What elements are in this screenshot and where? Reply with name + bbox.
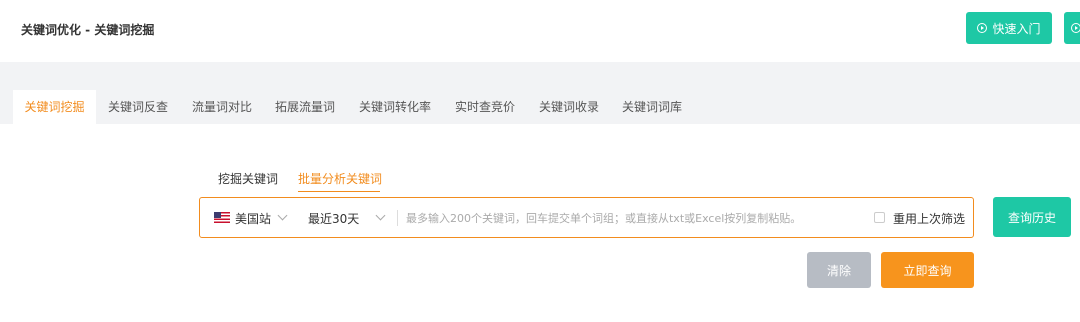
tab-conversion-rate[interactable]: 关键词转化率: [350, 90, 440, 124]
tab-keyword-reverse[interactable]: 关键词反查: [98, 90, 178, 124]
quick-entry-label: 快速入门: [992, 21, 1041, 36]
subtab-batch-analyze[interactable]: 批量分析关键词: [298, 170, 382, 187]
subtab-mine-keywords[interactable]: 挖掘关键词: [218, 170, 278, 187]
reuse-filter-checkbox[interactable]: [874, 212, 885, 223]
chevron-down-icon[interactable]: [277, 210, 288, 221]
main-panel: 挖掘关键词 批量分析关键词 美国站 最近30天 重用上次筛选 查询历史 清除 立…: [0, 124, 1080, 322]
tool-tabs: 关键词挖掘 关键词反查 流量词对比 拓展流量词 关键词转化率 实时查竞价 关键词…: [0, 90, 1080, 124]
tab-realtime-bid[interactable]: 实时查竞价: [445, 90, 525, 124]
subtab-active-indicator: [298, 191, 380, 192]
tab-keyword-indexing[interactable]: 关键词收录: [529, 90, 609, 124]
play-circle-icon: [977, 23, 988, 33]
keyword-search-box: 美国站 最近30天 重用上次筛选: [199, 197, 974, 238]
us-flag-icon: [214, 212, 230, 223]
chevron-down-icon[interactable]: [375, 210, 386, 221]
site-select[interactable]: 美国站: [235, 210, 271, 227]
tab-expand-traffic[interactable]: 拓展流量词: [265, 90, 345, 124]
tab-traffic-compare[interactable]: 流量词对比: [182, 90, 262, 124]
reuse-filter-label[interactable]: 重用上次筛选: [893, 210, 965, 227]
page-header: 关键词优化 - 关键词挖掘 快速入门: [0, 0, 1080, 62]
page-title: 关键词优化 - 关键词挖掘: [21, 23, 155, 37]
keyword-input[interactable]: [406, 208, 858, 228]
tab-keyword-mining[interactable]: 关键词挖掘: [13, 90, 96, 124]
clear-button[interactable]: 清除: [807, 252, 871, 288]
secondary-header-button[interactable]: [1064, 12, 1080, 44]
query-history-button[interactable]: 查询历史: [993, 197, 1071, 237]
divider: [397, 210, 398, 226]
query-now-button[interactable]: 立即查询: [881, 252, 974, 288]
quick-entry-button[interactable]: 快速入门: [966, 12, 1052, 44]
play-circle-icon: [1071, 23, 1080, 33]
tab-keyword-library[interactable]: 关键词词库: [612, 90, 692, 124]
period-select[interactable]: 最近30天: [308, 210, 359, 227]
